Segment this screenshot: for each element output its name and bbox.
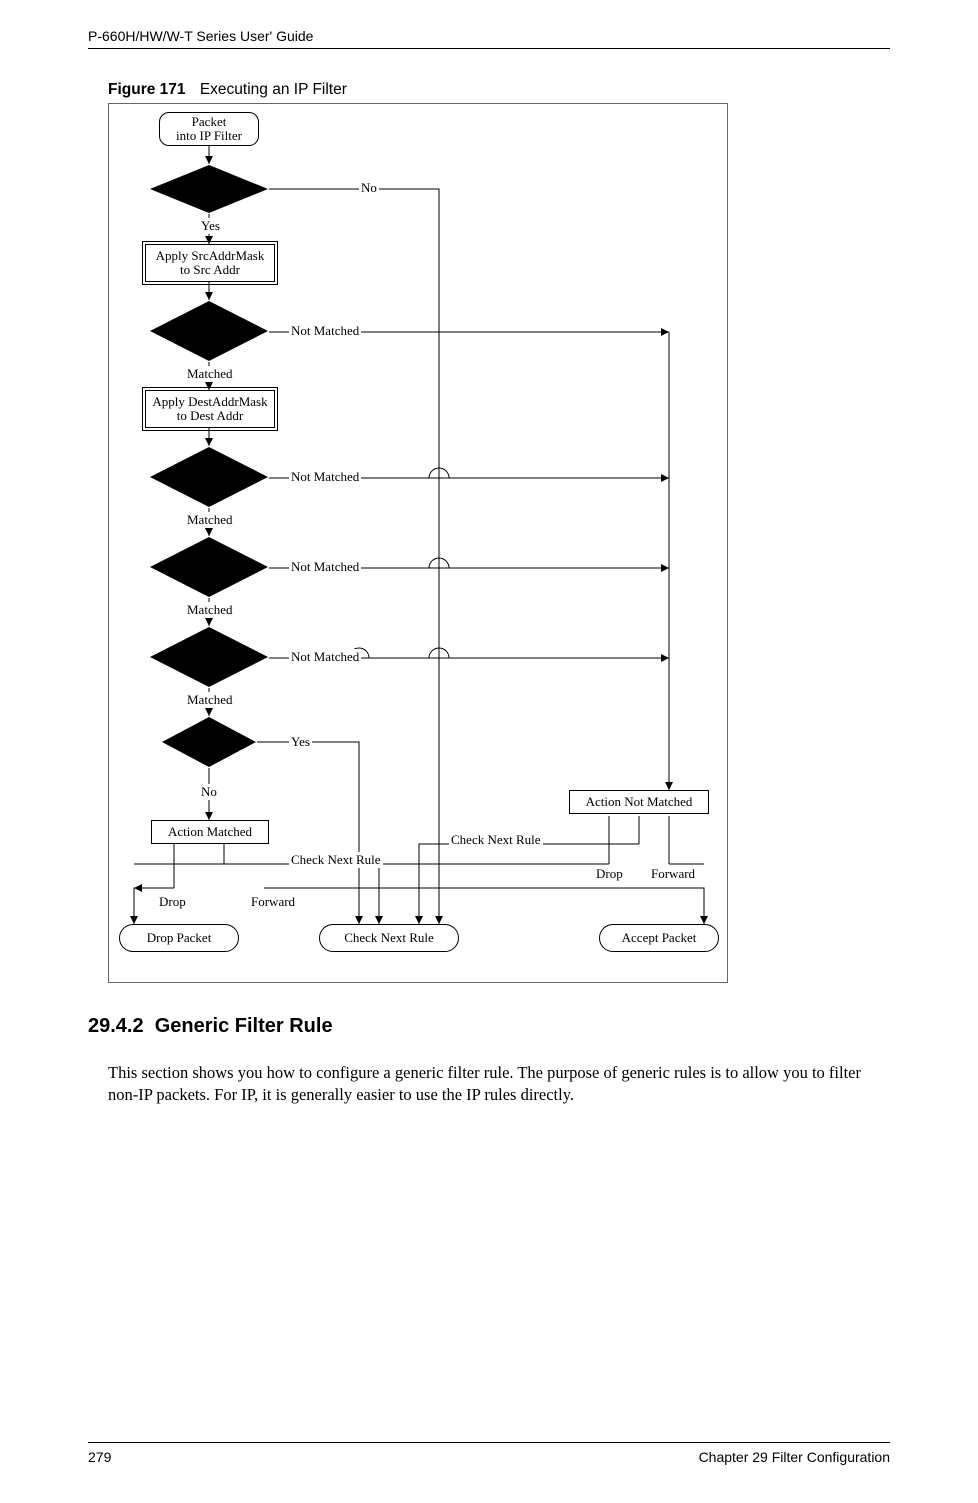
node-check-src: Check Src IP Addr: [149, 300, 269, 362]
edge-yes-1: Yes: [199, 218, 222, 234]
node-action-not-matched: Action Not Matched: [569, 790, 709, 814]
edge-drop-1: Drop: [157, 894, 188, 910]
node-action-matched: Action Matched: [151, 820, 269, 844]
node-drop-packet-label: Drop Packet: [147, 931, 212, 945]
edge-notmatched-1: Not Matched: [289, 323, 361, 339]
footer-chapter: Chapter 29 Filter Configuration: [699, 1449, 890, 1465]
node-drop-packet: Drop Packet: [119, 924, 239, 952]
node-check-src-label: Check Src IP Addr: [149, 300, 269, 362]
node-check-dest: Check Dest IP Addr: [149, 446, 269, 508]
section-title: Generic Filter Rule: [155, 1015, 333, 1037]
node-check-next-rule: Check Next Rule: [319, 924, 459, 952]
node-apply-dest-label: Apply DestAddrMask to Dest Addr: [152, 395, 267, 424]
edge-forward-1: Forward: [249, 894, 297, 910]
edge-matched-4: Matched: [185, 692, 234, 708]
edge-matched-3: Matched: [185, 602, 234, 618]
edge-no-1: No: [359, 180, 379, 196]
edge-checknext-1: Check Next Rule: [289, 852, 383, 868]
edge-notmatched-3: Not Matched: [289, 559, 361, 575]
section-body: This section shows you how to configure …: [108, 1062, 880, 1107]
figure-caption: Figure 171 Executing an IP Filter: [108, 81, 890, 99]
node-check-proto-label: Check IP Protocol: [149, 536, 269, 598]
node-start-label: Packet into IP Filter: [176, 115, 242, 144]
node-accept-packet-label: Accept Packet: [622, 931, 697, 945]
node-filter-active: Filter Active?: [149, 164, 269, 214]
node-filter-active-label: Filter Active?: [149, 164, 269, 214]
node-check-ports-label: Check Src & Dest Port: [149, 626, 269, 688]
figure-label: Figure 171: [108, 81, 186, 98]
edge-matched-1: Matched: [185, 366, 234, 382]
edge-drop-2: Drop: [594, 866, 625, 882]
edge-checknext-2: Check Next Rule: [449, 832, 543, 848]
node-more-label: More?: [161, 716, 257, 768]
figure-title: Executing an IP Filter: [200, 81, 347, 98]
section-heading: 29.4.2 Generic Filter Rule: [88, 1015, 890, 1038]
edge-notmatched-2: Not Matched: [289, 469, 361, 485]
node-action-matched-label: Action Matched: [168, 825, 252, 839]
node-more: More?: [161, 716, 257, 768]
node-check-ports: Check Src & Dest Port: [149, 626, 269, 688]
flowchart: Packet into IP Filter Filter Active? No …: [108, 103, 728, 983]
node-check-proto: Check IP Protocol: [149, 536, 269, 598]
footer-page-number: 279: [88, 1449, 111, 1465]
edge-yes-2: Yes: [289, 734, 312, 750]
section-number: 29.4.2: [88, 1015, 144, 1037]
node-start: Packet into IP Filter: [159, 112, 259, 146]
node-apply-src-label: Apply SrcAddrMask to Src Addr: [156, 249, 265, 278]
document-header: P-660H/HW/W-T Series User' Guide: [88, 28, 890, 49]
node-apply-dest: Apply DestAddrMask to Dest Addr: [145, 390, 275, 428]
edge-no-2: No: [199, 784, 219, 800]
edge-matched-2: Matched: [185, 512, 234, 528]
node-action-not-matched-label: Action Not Matched: [586, 795, 693, 809]
edge-forward-2: Forward: [649, 866, 697, 882]
node-check-dest-label: Check Dest IP Addr: [149, 446, 269, 508]
edge-notmatched-4: Not Matched: [289, 649, 361, 665]
node-check-next-rule-label: Check Next Rule: [344, 931, 434, 945]
node-apply-src: Apply SrcAddrMask to Src Addr: [145, 244, 275, 282]
node-accept-packet: Accept Packet: [599, 924, 719, 952]
page-footer: 279 Chapter 29 Filter Configuration: [88, 1442, 890, 1465]
